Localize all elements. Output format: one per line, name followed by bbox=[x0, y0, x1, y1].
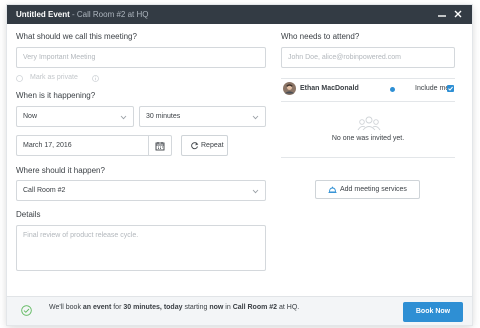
info-icon[interactable] bbox=[92, 75, 99, 82]
minimize-icon[interactable] bbox=[437, 9, 447, 19]
chevron-down-icon bbox=[120, 115, 127, 120]
event-modal: Untitled Event - Call Room #2 at HQ What… bbox=[7, 5, 472, 325]
repeat-label: Repeat bbox=[201, 142, 224, 149]
start-time-select[interactable]: Now bbox=[16, 106, 134, 127]
summary-text: We'll book bbox=[49, 304, 83, 311]
book-now-label: Book Now bbox=[415, 308, 451, 315]
book-now-button[interactable]: Book Now bbox=[403, 302, 463, 322]
event-subtitle: - Call Room #2 at HQ bbox=[69, 10, 149, 19]
organizer-name: Ethan MacDonald bbox=[300, 85, 359, 92]
where-label: Where should it happen? bbox=[16, 166, 105, 175]
check-circle-icon bbox=[21, 305, 32, 316]
meeting-name-input[interactable]: Very Important Meeting bbox=[16, 47, 266, 68]
private-label: Mark as private bbox=[30, 74, 78, 81]
chevron-down-icon bbox=[252, 189, 259, 194]
summary-text: starting bbox=[182, 304, 210, 311]
summary-text: in bbox=[223, 304, 233, 311]
people-icon bbox=[357, 116, 381, 131]
organizer-row: Ethan MacDonald Include me bbox=[281, 81, 455, 97]
include-me-checkbox[interactable] bbox=[447, 85, 454, 92]
repeat-icon bbox=[191, 142, 199, 150]
private-checkbox[interactable] bbox=[16, 75, 23, 82]
divider bbox=[281, 101, 455, 102]
chevron-down-icon bbox=[252, 115, 259, 120]
duration-value: 30 minutes bbox=[146, 113, 181, 120]
title-bar: Untitled Event - Call Room #2 at HQ bbox=[7, 5, 472, 24]
avatar bbox=[283, 82, 296, 95]
footer: We'll book an event for 30 minutes, toda… bbox=[7, 296, 472, 325]
room-select[interactable]: Call Room #2 bbox=[16, 180, 266, 201]
divider bbox=[281, 157, 455, 158]
room-value: Call Room #2 bbox=[23, 187, 66, 194]
attendees-input[interactable]: John Doe, alice@robinpowered.com bbox=[281, 47, 455, 68]
include-me-label: Include me bbox=[415, 85, 450, 92]
duration-select[interactable]: 30 minutes bbox=[139, 106, 266, 127]
summary-text: for bbox=[111, 304, 124, 311]
close-icon[interactable] bbox=[453, 9, 463, 19]
calendar-icon[interactable] bbox=[155, 141, 165, 151]
details-label: Details bbox=[16, 210, 41, 219]
date-input[interactable]: March 17, 2016 bbox=[16, 135, 172, 156]
summary-start: now bbox=[209, 304, 224, 311]
when-label: When is it happening? bbox=[16, 91, 96, 100]
bell-service-icon bbox=[328, 186, 337, 193]
divider bbox=[281, 78, 455, 79]
repeat-button[interactable]: Repeat bbox=[181, 135, 228, 156]
summary-text: at HQ. bbox=[277, 304, 300, 311]
add-services-label: Add meeting services bbox=[340, 186, 407, 193]
status-dot bbox=[390, 87, 395, 92]
add-services-button[interactable]: Add meeting services bbox=[315, 180, 420, 199]
empty-invites-text: No one was invited yet. bbox=[331, 135, 405, 142]
details-textarea[interactable]: Final review of product release cycle. bbox=[16, 225, 266, 271]
summary-room: Call Room #2 bbox=[232, 304, 278, 311]
start-time-value: Now bbox=[23, 113, 38, 120]
date-value: March 17, 2016 bbox=[23, 142, 72, 149]
summary-event: an event bbox=[82, 304, 112, 311]
meeting-name-label: What should we call this meeting? bbox=[16, 32, 137, 41]
window-title: Untitled Event - Call Room #2 at HQ bbox=[16, 10, 148, 19]
date-divider bbox=[148, 136, 149, 155]
private-checkbox-row[interactable]: Mark as private bbox=[16, 73, 106, 85]
event-title: Untitled Event bbox=[16, 10, 70, 19]
attendees-label: Who needs to attend? bbox=[281, 32, 360, 41]
details-placeholder: Final review of product release cycle. bbox=[23, 232, 139, 239]
booking-summary: We'll book an event for 30 minutes, toda… bbox=[49, 303, 329, 313]
summary-duration: 30 minutes, today bbox=[123, 304, 183, 311]
attendees-placeholder: John Doe, alice@robinpowered.com bbox=[288, 54, 401, 61]
meeting-name-placeholder: Very Important Meeting bbox=[23, 54, 96, 61]
